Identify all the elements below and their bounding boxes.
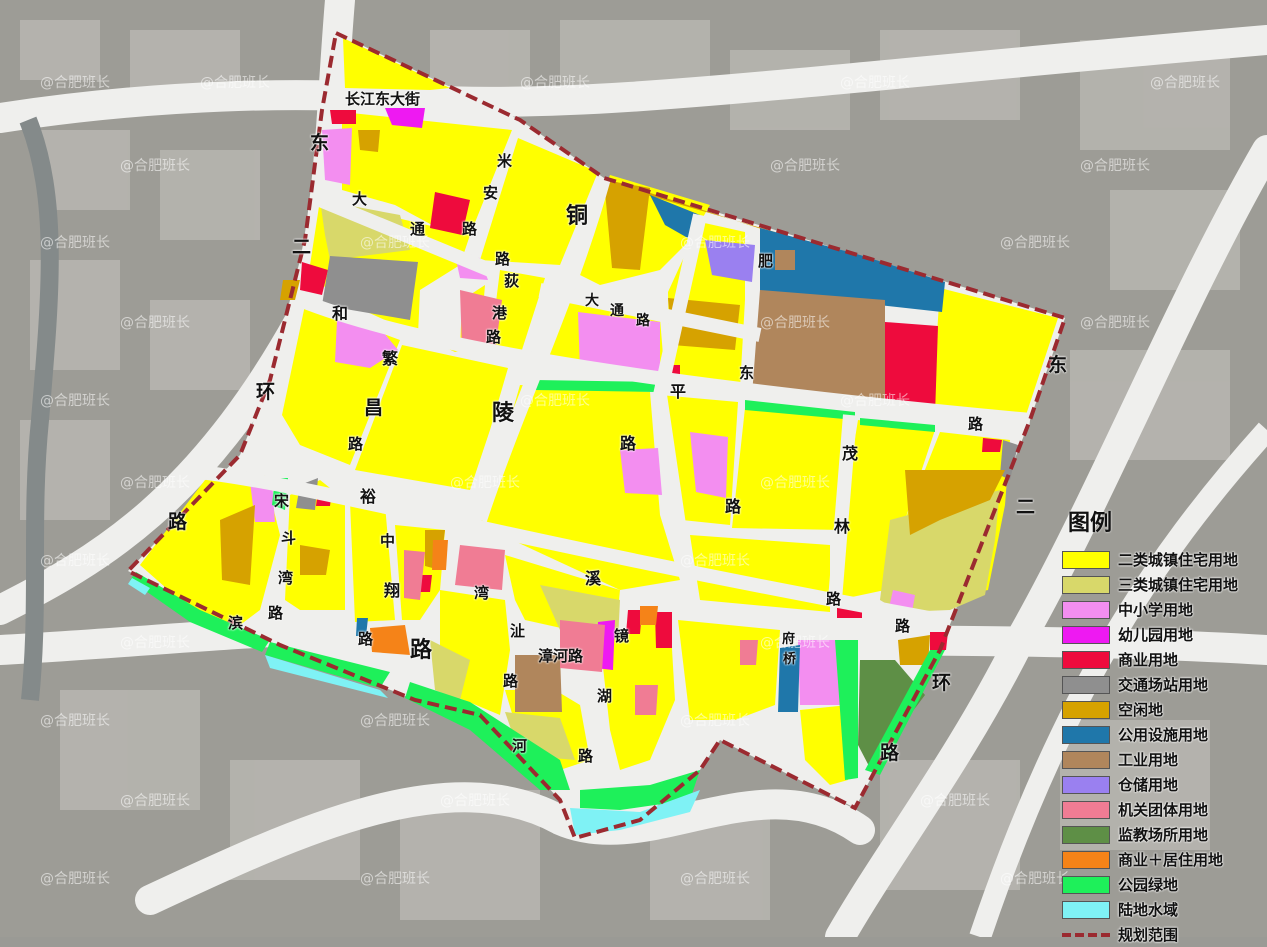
legend-label: 交通场站用地	[1118, 676, 1209, 694]
watermark: @合肥班长	[920, 793, 990, 809]
watermark: @合肥班长	[1080, 315, 1150, 331]
legend-swatch	[1062, 625, 1110, 644]
legend-swatch	[1062, 700, 1110, 719]
legend-list: 二类城镇住宅用地 三类城镇住宅用地 中小学用地幼儿园用地商业用地交通场站用地 空闲地公…	[1062, 547, 1262, 947]
watermark: @合肥班长	[1150, 75, 1220, 91]
legend-label: 监教场所用地	[1118, 826, 1209, 844]
watermark: @合肥班长	[450, 475, 520, 491]
legend-item: 监教场所用地	[1062, 822, 1262, 847]
legend-swatch	[1062, 900, 1110, 919]
watermark: @合肥班长	[520, 75, 590, 91]
legend-swatch	[1062, 675, 1110, 694]
legend-label: 公用设施用地	[1118, 726, 1209, 744]
watermark: @合肥班长	[40, 235, 110, 251]
legend-label: 陆地水域	[1118, 901, 1179, 919]
legend-item: 公园绿地	[1062, 872, 1262, 897]
watermark: @合肥班长	[840, 393, 910, 409]
watermark: @合肥班长	[360, 871, 430, 887]
watermark: @合肥班长	[760, 635, 830, 651]
legend-item: 机关团体用地	[1062, 797, 1262, 822]
legend-swatch	[1062, 750, 1110, 769]
legend-swatch	[1062, 825, 1110, 844]
legend-item: 空闲地	[1062, 697, 1262, 722]
legend-swatch	[1062, 800, 1110, 819]
map-legend: 图例 二类城镇住宅用地 三类城镇住宅用地 中小学用地幼儿园用地商业用地交通场站用地空…	[1062, 505, 1262, 947]
legend-label: 工业用地	[1118, 751, 1179, 769]
watermark: @合肥班长	[120, 315, 190, 331]
legend-swatch	[1062, 600, 1110, 619]
watermark: @合肥班长	[40, 393, 110, 409]
watermark: @合肥班长	[840, 75, 910, 91]
legend-label: 二类城镇住宅用地	[1118, 551, 1239, 569]
watermark: @合肥班长	[40, 713, 110, 729]
legend-item: 公用设施用地	[1062, 722, 1262, 747]
legend-label: 幼儿园用地	[1118, 626, 1194, 644]
legend-swatch	[1062, 875, 1110, 894]
watermark: @合肥班长	[680, 871, 750, 887]
legend-item: 交通场站用地	[1062, 672, 1262, 697]
watermark: @合肥班长	[680, 553, 750, 569]
watermark: @合肥班长	[680, 713, 750, 729]
legend-label: 中小学用地	[1118, 601, 1194, 619]
watermark: @合肥班长	[1000, 235, 1070, 251]
legend-swatch	[1062, 850, 1110, 869]
watermark: @合肥班长	[120, 475, 190, 491]
legend-item: 三类城镇住宅用地	[1062, 572, 1262, 597]
legend-item: 幼儿园用地	[1062, 622, 1262, 647]
legend-item: 仓储用地	[1062, 772, 1262, 797]
legend-item: 二类城镇住宅用地	[1062, 547, 1262, 572]
legend-label: 商业＋居住用地	[1118, 851, 1224, 869]
watermark: @合肥班长	[760, 315, 830, 331]
watermark: @合肥班长	[40, 553, 110, 569]
watermark: @合肥班长	[360, 235, 430, 251]
watermark: @合肥班长	[40, 871, 110, 887]
legend-swatch	[1062, 650, 1110, 669]
legend-item: 商业＋居住用地	[1062, 847, 1262, 872]
watermark: @合肥班长	[440, 793, 510, 809]
legend-label: 空闲地	[1118, 701, 1164, 719]
legend-swatch	[1062, 725, 1110, 744]
legend-swatch	[1062, 550, 1110, 569]
legend-swatch	[1062, 932, 1110, 937]
legend-label: 规划范围	[1118, 926, 1179, 944]
watermark: @合肥班长	[520, 393, 590, 409]
watermark: @合肥班长	[770, 158, 840, 174]
legend-label: 公园绿地	[1118, 876, 1179, 894]
watermark: @合肥班长	[1000, 871, 1070, 887]
watermark: @合肥班长	[40, 75, 110, 91]
legend-label: 三类城镇住宅用地	[1118, 576, 1239, 594]
watermark: @合肥班长	[680, 235, 750, 251]
watermark: @合肥班长	[1080, 158, 1150, 174]
watermark: @合肥班长	[120, 635, 190, 651]
legend-item: 规划范围	[1062, 922, 1262, 947]
legend-label: 仓储用地	[1118, 776, 1179, 794]
legend-label: 机关团体用地	[1118, 801, 1209, 819]
watermark: @合肥班长	[760, 475, 830, 491]
watermark: @合肥班长	[200, 75, 270, 91]
legend-label: 商业用地	[1118, 651, 1179, 669]
legend-item: 工业用地	[1062, 747, 1262, 772]
legend-title: 图例	[1068, 511, 1113, 536]
watermark: @合肥班长	[120, 793, 190, 809]
legend-item: 商业用地	[1062, 647, 1262, 672]
legend-item: 中小学用地	[1062, 597, 1262, 622]
legend-swatch	[1062, 575, 1110, 594]
watermark: @合肥班长	[360, 713, 430, 729]
legend-swatch	[1062, 775, 1110, 794]
legend-item: 陆地水域	[1062, 897, 1262, 922]
watermark: @合肥班长	[120, 158, 190, 174]
